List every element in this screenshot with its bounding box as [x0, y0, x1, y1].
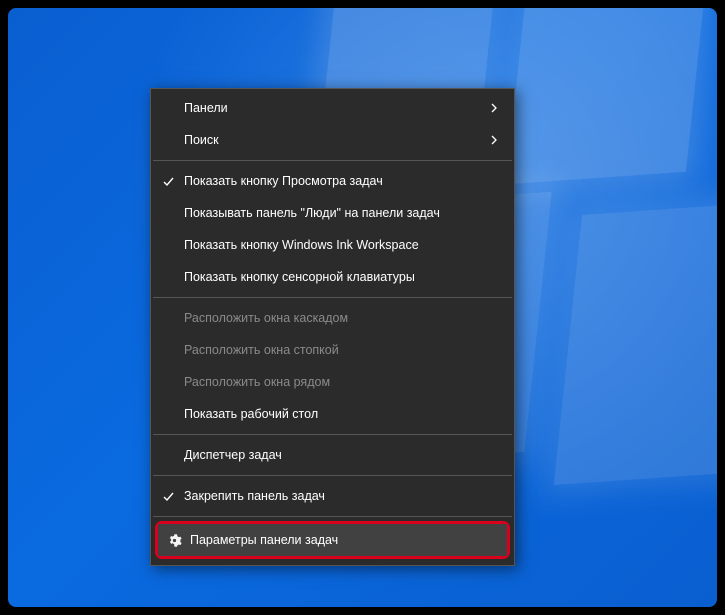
menu-item-label: Показывать панель "Люди" на панели задач [184, 206, 440, 220]
chevron-right-icon [489, 103, 499, 113]
menu-item-label: Показать кнопку Windows Ink Workspace [184, 238, 419, 252]
menu-item-show-touch-keyboard[interactable]: Показать кнопку сенсорной клавиатуры [152, 261, 513, 293]
menu-item-label: Закрепить панель задач [184, 489, 325, 503]
chevron-right-icon [489, 135, 499, 145]
menu-item-label: Расположить окна каскадом [184, 311, 348, 325]
menu-item-label: Диспетчер задач [184, 448, 282, 462]
menu-item-label: Расположить окна рядом [184, 375, 330, 389]
menu-item-stack-windows: Расположить окна стопкой [152, 334, 513, 366]
annotation-highlight: Параметры панели задач [155, 521, 510, 559]
desktop-wallpaper: Панели Поиск Показать кнопку Просмотра з… [8, 8, 717, 607]
menu-separator [153, 160, 512, 161]
menu-item-label: Показать кнопку сенсорной клавиатуры [184, 270, 415, 284]
menu-item-label: Показать кнопку Просмотра задач [184, 174, 383, 188]
check-icon [152, 490, 184, 503]
menu-item-show-ink-workspace[interactable]: Показать кнопку Windows Ink Workspace [152, 229, 513, 261]
menu-separator [153, 297, 512, 298]
menu-item-label: Поиск [184, 133, 219, 147]
menu-item-show-task-view[interactable]: Показать кнопку Просмотра задач [152, 165, 513, 197]
menu-item-toolbars[interactable]: Панели [152, 92, 513, 124]
taskbar-context-menu: Панели Поиск Показать кнопку Просмотра з… [150, 88, 515, 566]
menu-item-cascade-windows: Расположить окна каскадом [152, 302, 513, 334]
menu-item-task-manager[interactable]: Диспетчер задач [152, 439, 513, 471]
menu-separator [153, 516, 512, 517]
menu-item-show-desktop[interactable]: Показать рабочий стол [152, 398, 513, 430]
check-icon [152, 175, 184, 188]
menu-item-lock-taskbar[interactable]: Закрепить панель задач [152, 480, 513, 512]
menu-item-label: Параметры панели задач [190, 533, 338, 547]
menu-separator [153, 475, 512, 476]
menu-item-taskbar-settings[interactable]: Параметры панели задач [158, 524, 507, 556]
gear-icon [158, 533, 190, 548]
menu-item-search[interactable]: Поиск [152, 124, 513, 156]
menu-item-side-by-side: Расположить окна рядом [152, 366, 513, 398]
menu-separator [153, 434, 512, 435]
menu-item-label: Показать рабочий стол [184, 407, 318, 421]
menu-item-label: Панели [184, 101, 228, 115]
menu-item-label: Расположить окна стопкой [184, 343, 339, 357]
menu-item-show-people[interactable]: Показывать панель "Люди" на панели задач [152, 197, 513, 229]
